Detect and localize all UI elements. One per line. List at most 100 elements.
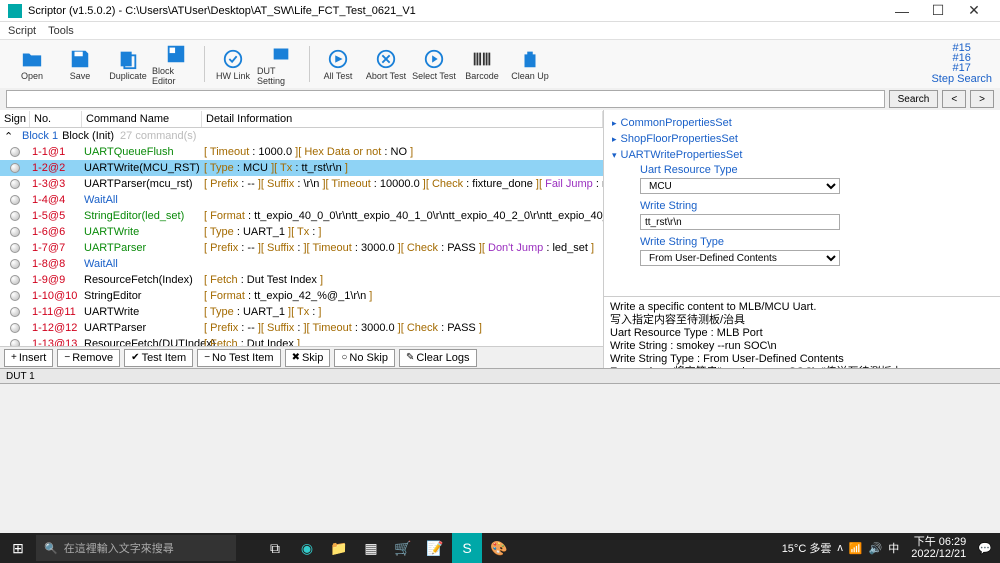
table-row[interactable]: 1-4@4WaitAll (0, 192, 603, 208)
taskbar: ⊞ 🔍在這裡輸入文字來搜尋 ⧉ ◉ 📁 ▦ 🛒 📝 S 🎨 15°C 多雲 ʌ … (0, 533, 1000, 563)
select-test-button[interactable]: Select Test (410, 42, 458, 86)
row-bullet-icon (10, 307, 20, 317)
row-bullet-icon (10, 227, 20, 237)
row-bullet-icon (10, 163, 20, 173)
table-row[interactable]: 1-2@2UARTWrite(MCU_RST)[ Type : MCU ][ T… (0, 160, 603, 176)
search-input[interactable] (6, 90, 885, 108)
app-icon (8, 4, 22, 18)
system-tray[interactable]: 15°C 多雲 ʌ 📶 🔊 中 下午 06:292022/12/21 💬 (774, 536, 1000, 560)
taskbar-search[interactable]: 🔍在這裡輸入文字來搜尋 (36, 535, 236, 561)
clock[interactable]: 下午 06:292022/12/21 (905, 536, 972, 560)
save-button[interactable]: Save (56, 42, 104, 86)
clean-up-button[interactable]: Clean Up (506, 42, 554, 86)
search-row: Search < > (0, 88, 1000, 110)
table-row[interactable]: 1-12@12UARTParser[ Prefix : -- ][ Suffix… (0, 320, 603, 336)
row-bullet-icon (10, 195, 20, 205)
row-bullet-icon (10, 291, 20, 301)
volume-icon: 🔊 (869, 542, 883, 555)
window-title: Scriptor (v1.5.0.2) - C:\Users\ATUser\De… (28, 5, 884, 17)
write-string-type-select[interactable]: From User-Defined Contents (640, 250, 840, 266)
console-area (0, 384, 1000, 531)
barcode-button[interactable]: Barcode (458, 42, 506, 86)
wifi-icon: 📶 (849, 542, 863, 555)
scriptor-taskbar-icon[interactable]: S (452, 533, 482, 563)
row-bullet-icon (10, 259, 20, 269)
maximize-button[interactable]: ☐ (920, 2, 956, 19)
search-icon: 🔍 (44, 542, 58, 555)
search-button[interactable]: Search (889, 90, 939, 108)
task-view-icon[interactable]: ⧉ (260, 533, 290, 563)
table-row[interactable]: 1-13@13ResourceFetch(DUTIndex)[ Fetch : … (0, 336, 603, 346)
row-bullet-icon (10, 323, 20, 333)
explorer-icon[interactable]: 📁 (324, 533, 354, 563)
abort-test-button[interactable]: Abort Test (362, 42, 410, 86)
menu-script[interactable]: Script (8, 25, 36, 37)
search-prev-button[interactable]: < (942, 90, 966, 108)
prop-group-uartwrite[interactable]: ▾UARTWritePropertiesSet (612, 148, 992, 162)
dut-setting-button[interactable]: DUT Setting (257, 42, 305, 86)
prop-group-common[interactable]: ▸CommonPropertiesSet (612, 116, 992, 130)
row-bullet-icon (10, 179, 20, 189)
table-row[interactable]: 1-9@9ResourceFetch(Index)[ Fetch : Dut T… (0, 272, 603, 288)
ime-indicator: 中 (888, 540, 899, 556)
write-string-input[interactable] (640, 214, 840, 230)
table-row[interactable]: 1-3@3UARTParser(mcu_rst)[ Prefix : -- ][… (0, 176, 603, 192)
prop-group-shopfloor[interactable]: ▸ShopFloorPropertiesSet (612, 132, 992, 146)
table-row[interactable]: 1-8@8WaitAll (0, 256, 603, 272)
menu-tools[interactable]: Tools (48, 25, 74, 37)
search-next-button[interactable]: > (970, 90, 994, 108)
duplicate-button[interactable]: Duplicate (104, 42, 152, 86)
weather-widget[interactable]: 15°C 多雲 (782, 540, 832, 556)
all-test-button[interactable]: All Test (314, 42, 362, 86)
app-icon-3[interactable]: 📝 (420, 533, 450, 563)
row-bullet-icon (10, 211, 20, 221)
tray-chevron-icon: ʌ (837, 542, 843, 554)
write-string-label: Write String (640, 200, 992, 212)
row-bullet-icon (10, 147, 20, 157)
toolbar: Open Save Duplicate Block Editor HW Link… (0, 40, 1000, 88)
skip-button[interactable]: ✖ Skip (285, 349, 331, 367)
action-bar: + Insert − Remove ✔ Test Item − No Test … (0, 346, 603, 368)
properties-panel: ▸CommonPropertiesSet ▸ShopFloorPropertie… (604, 110, 1000, 368)
header-detail[interactable]: Detail Information (202, 111, 603, 127)
close-button[interactable]: ✕ (956, 2, 992, 19)
table-row[interactable]: 1-5@5StringEditor(led_set)[ Format : tt_… (0, 208, 603, 224)
notification-icon: 💬 (978, 542, 992, 555)
header-no[interactable]: No. (30, 111, 82, 127)
header-sign[interactable]: Sign (0, 111, 30, 127)
dut-tab[interactable]: DUT 1 (0, 368, 1000, 384)
minimize-button[interactable]: — (884, 3, 920, 19)
insert-button[interactable]: + Insert (4, 349, 53, 367)
menu-bar: Script Tools (0, 22, 1000, 40)
row-bullet-icon (10, 275, 20, 285)
block-collapse-icon[interactable]: ⌃ (4, 130, 18, 143)
open-button[interactable]: Open (8, 42, 56, 86)
uart-resource-type-label: Uart Resource Type (640, 164, 992, 176)
title-bar: Scriptor (v1.5.0.2) - C:\Users\ATUser\De… (0, 0, 1000, 22)
table-row[interactable]: 1-6@6UARTWrite[ Type : UART_1 ][ Tx : ] (0, 224, 603, 240)
grid-body[interactable]: ⌃Block 1Block (Init)27 command(s)1-1@1UA… (0, 128, 603, 346)
table-row[interactable]: 1-10@10StringEditor[ Format : tt_expio_4… (0, 288, 603, 304)
no-skip-button[interactable]: ○ No Skip (334, 349, 395, 367)
table-row[interactable]: 1-1@1UARTQueueFlush[ Timeout : 1000.0 ][… (0, 144, 603, 160)
app-icon-4[interactable]: 🎨 (484, 533, 514, 563)
hw-link-button[interactable]: HW Link (209, 42, 257, 86)
grid-header: Sign No. Command Name Detail Information (0, 110, 603, 128)
step-search[interactable]: #15 #16 #17 Step Search (931, 43, 992, 85)
app-icon-1[interactable]: ▦ (356, 533, 386, 563)
row-bullet-icon (10, 243, 20, 253)
clear-logs-button[interactable]: ✎ Clear Logs (399, 349, 477, 367)
remove-button[interactable]: − Remove (57, 349, 120, 367)
table-row[interactable]: 1-11@11UARTWrite[ Type : UART_1 ][ Tx : … (0, 304, 603, 320)
no-test-item-button[interactable]: − No Test Item (197, 349, 280, 367)
header-cmd[interactable]: Command Name (82, 111, 202, 127)
block-editor-button[interactable]: Block Editor (152, 42, 200, 86)
app-icon-2[interactable]: 🛒 (388, 533, 418, 563)
info-box: Write a specific content to MLB/MCU Uart… (604, 296, 1000, 368)
table-row[interactable]: 1-7@7UARTParser[ Prefix : -- ][ Suffix :… (0, 240, 603, 256)
start-button[interactable]: ⊞ (0, 540, 36, 557)
edge-icon[interactable]: ◉ (292, 533, 322, 563)
test-item-button[interactable]: ✔ Test Item (124, 349, 193, 367)
uart-resource-type-select[interactable]: MCU (640, 178, 840, 194)
row-bullet-icon (10, 339, 20, 346)
